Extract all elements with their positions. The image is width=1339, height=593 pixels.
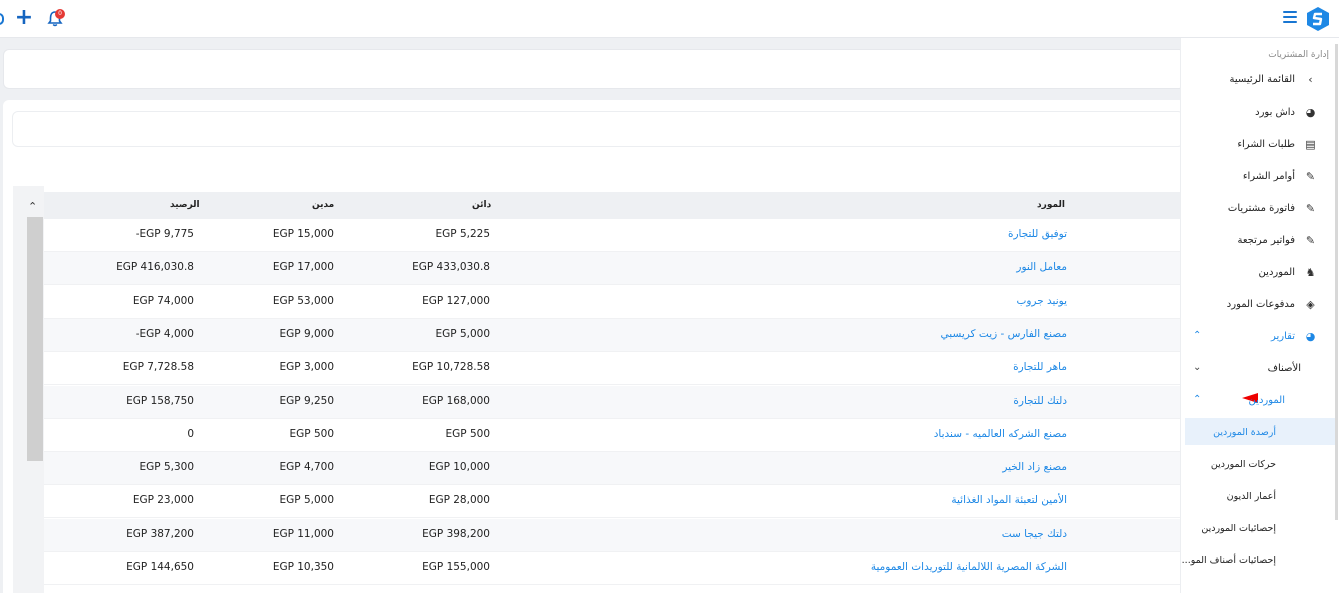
- cell-balance: EGP 23,000: [132, 494, 194, 506]
- sidebar-item-suppliers-group[interactable]: الموردين: [1249, 395, 1285, 406]
- table-row[interactable]: [44, 252, 1185, 285]
- cell-debit: EGP 5,000: [279, 494, 335, 506]
- sub-item-supplier-stats[interactable]: إحصائيات الموردين: [1201, 523, 1276, 534]
- sidebar-item-reports[interactable]: تقارير: [1271, 331, 1295, 342]
- sidebar-item-purchase-invoice[interactable]: فاتورة مشتريات: [1228, 203, 1295, 214]
- report-icon: ◕: [1305, 330, 1316, 343]
- filter-panel: [3, 49, 1185, 89]
- sidebar-item-suppliers[interactable]: الموردين: [1259, 267, 1295, 278]
- cell-credit: EGP 433,030.8: [412, 261, 490, 273]
- cell-balance: 0: [187, 428, 194, 440]
- cell-supplier[interactable]: دلتك جيجا ست: [1002, 528, 1067, 540]
- sidebar-item-returned-invoices[interactable]: فواتير مرتجعة: [1237, 235, 1295, 246]
- cell-supplier[interactable]: مصنع الشركه العالميه - سندباد: [934, 428, 1067, 440]
- cell-balance: -EGP 9,775: [135, 228, 194, 240]
- cell-supplier[interactable]: توفيق للتجارة: [1008, 228, 1067, 240]
- sidebar-section-title: إدارة المشتريات: [1268, 50, 1329, 60]
- cell-balance: EGP 158,750: [126, 395, 194, 407]
- sidebar-item-purchase-orders[interactable]: أوامر الشراء: [1243, 171, 1295, 182]
- user-icon[interactable]: [0, 13, 4, 25]
- header-credit[interactable]: دائن: [472, 200, 491, 210]
- cell-debit: EGP 500: [289, 428, 334, 440]
- cell-debit: EGP 3,000: [279, 361, 335, 373]
- add-icon[interactable]: +: [14, 7, 34, 29]
- table-row[interactable]: [44, 286, 1185, 319]
- cell-debit: EGP 10,350: [272, 561, 334, 573]
- cell-credit: EGP 5,225: [435, 228, 491, 240]
- cell-credit: EGP 10,728.58: [412, 361, 490, 373]
- chevron-up-icon[interactable]: ⌃: [28, 200, 37, 213]
- sidebar: [1180, 38, 1339, 593]
- cell-debit: EGP 4,700: [279, 461, 335, 473]
- cell-credit: EGP 168,000: [422, 395, 490, 407]
- cell-balance: EGP 5,300: [139, 461, 195, 473]
- sidebar-item-purchase-requests[interactable]: طلبات الشراء: [1237, 139, 1295, 150]
- cell-supplier[interactable]: مصنع الفارس - زيت كريسبي: [941, 328, 1067, 340]
- gauge-icon: ◕: [1305, 106, 1316, 119]
- sidebar-scrollbar[interactable]: [1335, 44, 1338, 520]
- chevron-up-icon[interactable]: ⌃: [1193, 330, 1201, 341]
- cell-credit: EGP 28,000: [428, 494, 490, 506]
- cell-supplier[interactable]: دلتك للتجارة: [1013, 395, 1067, 407]
- cell-credit: EGP 127,000: [422, 295, 490, 307]
- header-debit[interactable]: مدين: [312, 200, 334, 210]
- table-header: [44, 192, 1185, 219]
- sub-item-supplier-item-stats[interactable]: إحصائيات أصناف المو...: [1182, 555, 1276, 566]
- cell-supplier[interactable]: الشركة المصرية اللالمانية للتوريدات العم…: [871, 561, 1067, 573]
- cell-balance: EGP 416,030.8: [116, 261, 194, 273]
- top-bar: + 0: [0, 0, 1339, 38]
- cell-debit: EGP 17,000: [272, 261, 334, 273]
- chevron-left-icon[interactable]: ‹: [1304, 73, 1317, 86]
- search-input[interactable]: [12, 111, 1184, 147]
- cell-credit: EGP 10,000: [428, 461, 490, 473]
- cell-supplier[interactable]: يونيد جروب: [1016, 295, 1067, 307]
- cell-supplier[interactable]: معامل النور: [1016, 261, 1067, 273]
- sidebar-item-dashboard[interactable]: داش بورد: [1255, 107, 1295, 118]
- cell-supplier[interactable]: مصنع زاد الخير: [1002, 461, 1067, 473]
- sidebar-item-supplier-payments[interactable]: مدفوعات المورد: [1227, 299, 1295, 310]
- invoice-icon: ✎: [1305, 202, 1316, 215]
- chevron-down-icon[interactable]: ⌄: [1193, 362, 1201, 373]
- sidebar-item-main-menu[interactable]: القائمة الرئيسية: [1230, 74, 1295, 85]
- order-icon: ✎: [1305, 170, 1316, 183]
- chevron-up-icon[interactable]: ⌃: [1193, 394, 1201, 405]
- app-logo-icon: [1307, 7, 1329, 31]
- cell-supplier[interactable]: الأمين لتعبئة المواد الغذائية: [951, 494, 1067, 506]
- sub-item-debt-aging[interactable]: أعمار الديون: [1227, 491, 1276, 502]
- cell-credit: EGP 155,000: [422, 561, 490, 573]
- return-invoice-icon: ✎: [1305, 234, 1316, 247]
- cell-balance: EGP 74,000: [132, 295, 194, 307]
- cell-credit: EGP 500: [445, 428, 490, 440]
- notification-badge: 0: [55, 9, 65, 19]
- cell-debit: EGP 9,000: [279, 328, 335, 340]
- header-supplier[interactable]: المورد: [1037, 200, 1065, 210]
- scrollbar-thumb[interactable]: [27, 217, 43, 461]
- sidebar-item-items-group[interactable]: الأصناف: [1268, 363, 1301, 374]
- cell-balance: -EGP 4,000: [135, 328, 194, 340]
- cell-balance: EGP 7,728.58: [122, 361, 194, 373]
- cell-debit: EGP 9,250: [279, 395, 335, 407]
- cell-debit: EGP 11,000: [272, 528, 334, 540]
- supplier-icon: ♞: [1305, 266, 1316, 279]
- payment-icon: ◈: [1306, 298, 1315, 311]
- cell-balance: EGP 144,650: [126, 561, 194, 573]
- cell-debit: EGP 15,000: [272, 228, 334, 240]
- cell-supplier[interactable]: ماهر للتجارة: [1013, 361, 1067, 373]
- menu-icon[interactable]: [1283, 11, 1297, 25]
- cell-debit: EGP 53,000: [272, 295, 334, 307]
- sub-item-supplier-movements[interactable]: حركات الموردين: [1211, 459, 1276, 470]
- cell-credit: EGP 398,200: [422, 528, 490, 540]
- cell-balance: EGP 387,200: [126, 528, 194, 540]
- receipt-icon: ▤: [1305, 138, 1316, 151]
- sub-item-supplier-balances[interactable]: أرصدة الموردين: [1213, 427, 1276, 438]
- header-balance[interactable]: الرصيد: [170, 200, 200, 210]
- cell-credit: EGP 5,000: [435, 328, 491, 340]
